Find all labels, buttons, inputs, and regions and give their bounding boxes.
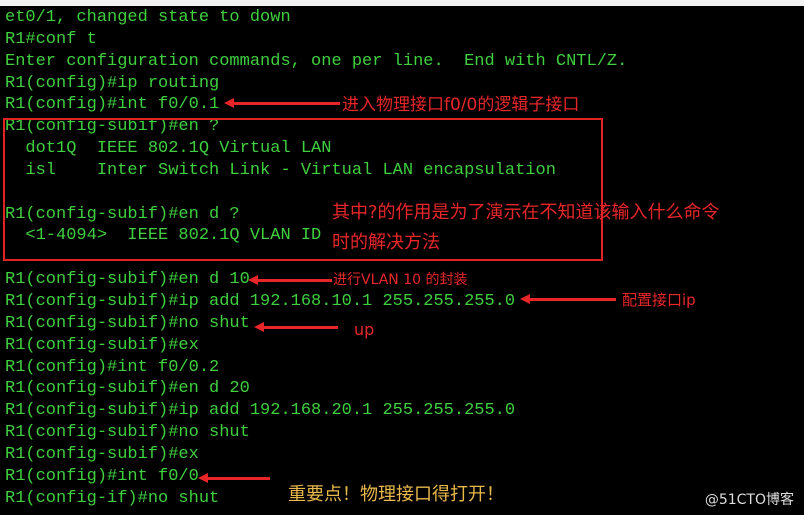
annotation-subinterface: 进入物理接口f0/0的逻辑子接口	[342, 95, 580, 115]
annotation-important: 重要点！物理接口得打开！	[288, 484, 504, 505]
terminal-line: R1(config-subif)#ip add 192.168.10.1 255…	[5, 291, 516, 311]
arrow-icon	[254, 322, 338, 332]
terminal-line: et0/1, changed state to down	[5, 8, 291, 27]
highlight-box	[3, 118, 603, 261]
watermark: @51CTO博客	[704, 492, 794, 508]
terminal-line: R1(config-subif)#ex	[5, 444, 199, 464]
arrow-icon	[248, 275, 332, 285]
arrow-icon	[198, 473, 270, 483]
terminal-line: R1(config-subif)#en d 20	[5, 379, 250, 399]
terminal-line: R1(config-subif)#no shut	[5, 313, 250, 333]
terminal-line: R1(config-subif)#ip add 192.168.20.1 255…	[5, 401, 516, 421]
terminal-line: R1(config)#int f0/0.2	[5, 357, 220, 377]
annotation-encap: 进行VLAN 10 的封装	[333, 272, 468, 288]
annotation-question-2: 时的解决方法	[332, 232, 440, 253]
arrow-icon	[224, 98, 340, 108]
terminal-line: R1(config-subif)#no shut	[5, 423, 250, 443]
terminal-line: Enter configuration commands, one per li…	[5, 51, 628, 71]
annotation-up: up	[354, 320, 375, 339]
annotation-ip: 配置接口ip	[622, 291, 696, 309]
annotation-question-1: 其中?的作用是为了演示在不知道该输入什么命令	[332, 202, 720, 223]
arrow-icon	[520, 294, 616, 304]
terminal-line: R1(config-subif)#ex	[5, 335, 199, 355]
window-top-strip	[0, 0, 804, 6]
terminal-line: R1#conf t	[5, 29, 97, 49]
